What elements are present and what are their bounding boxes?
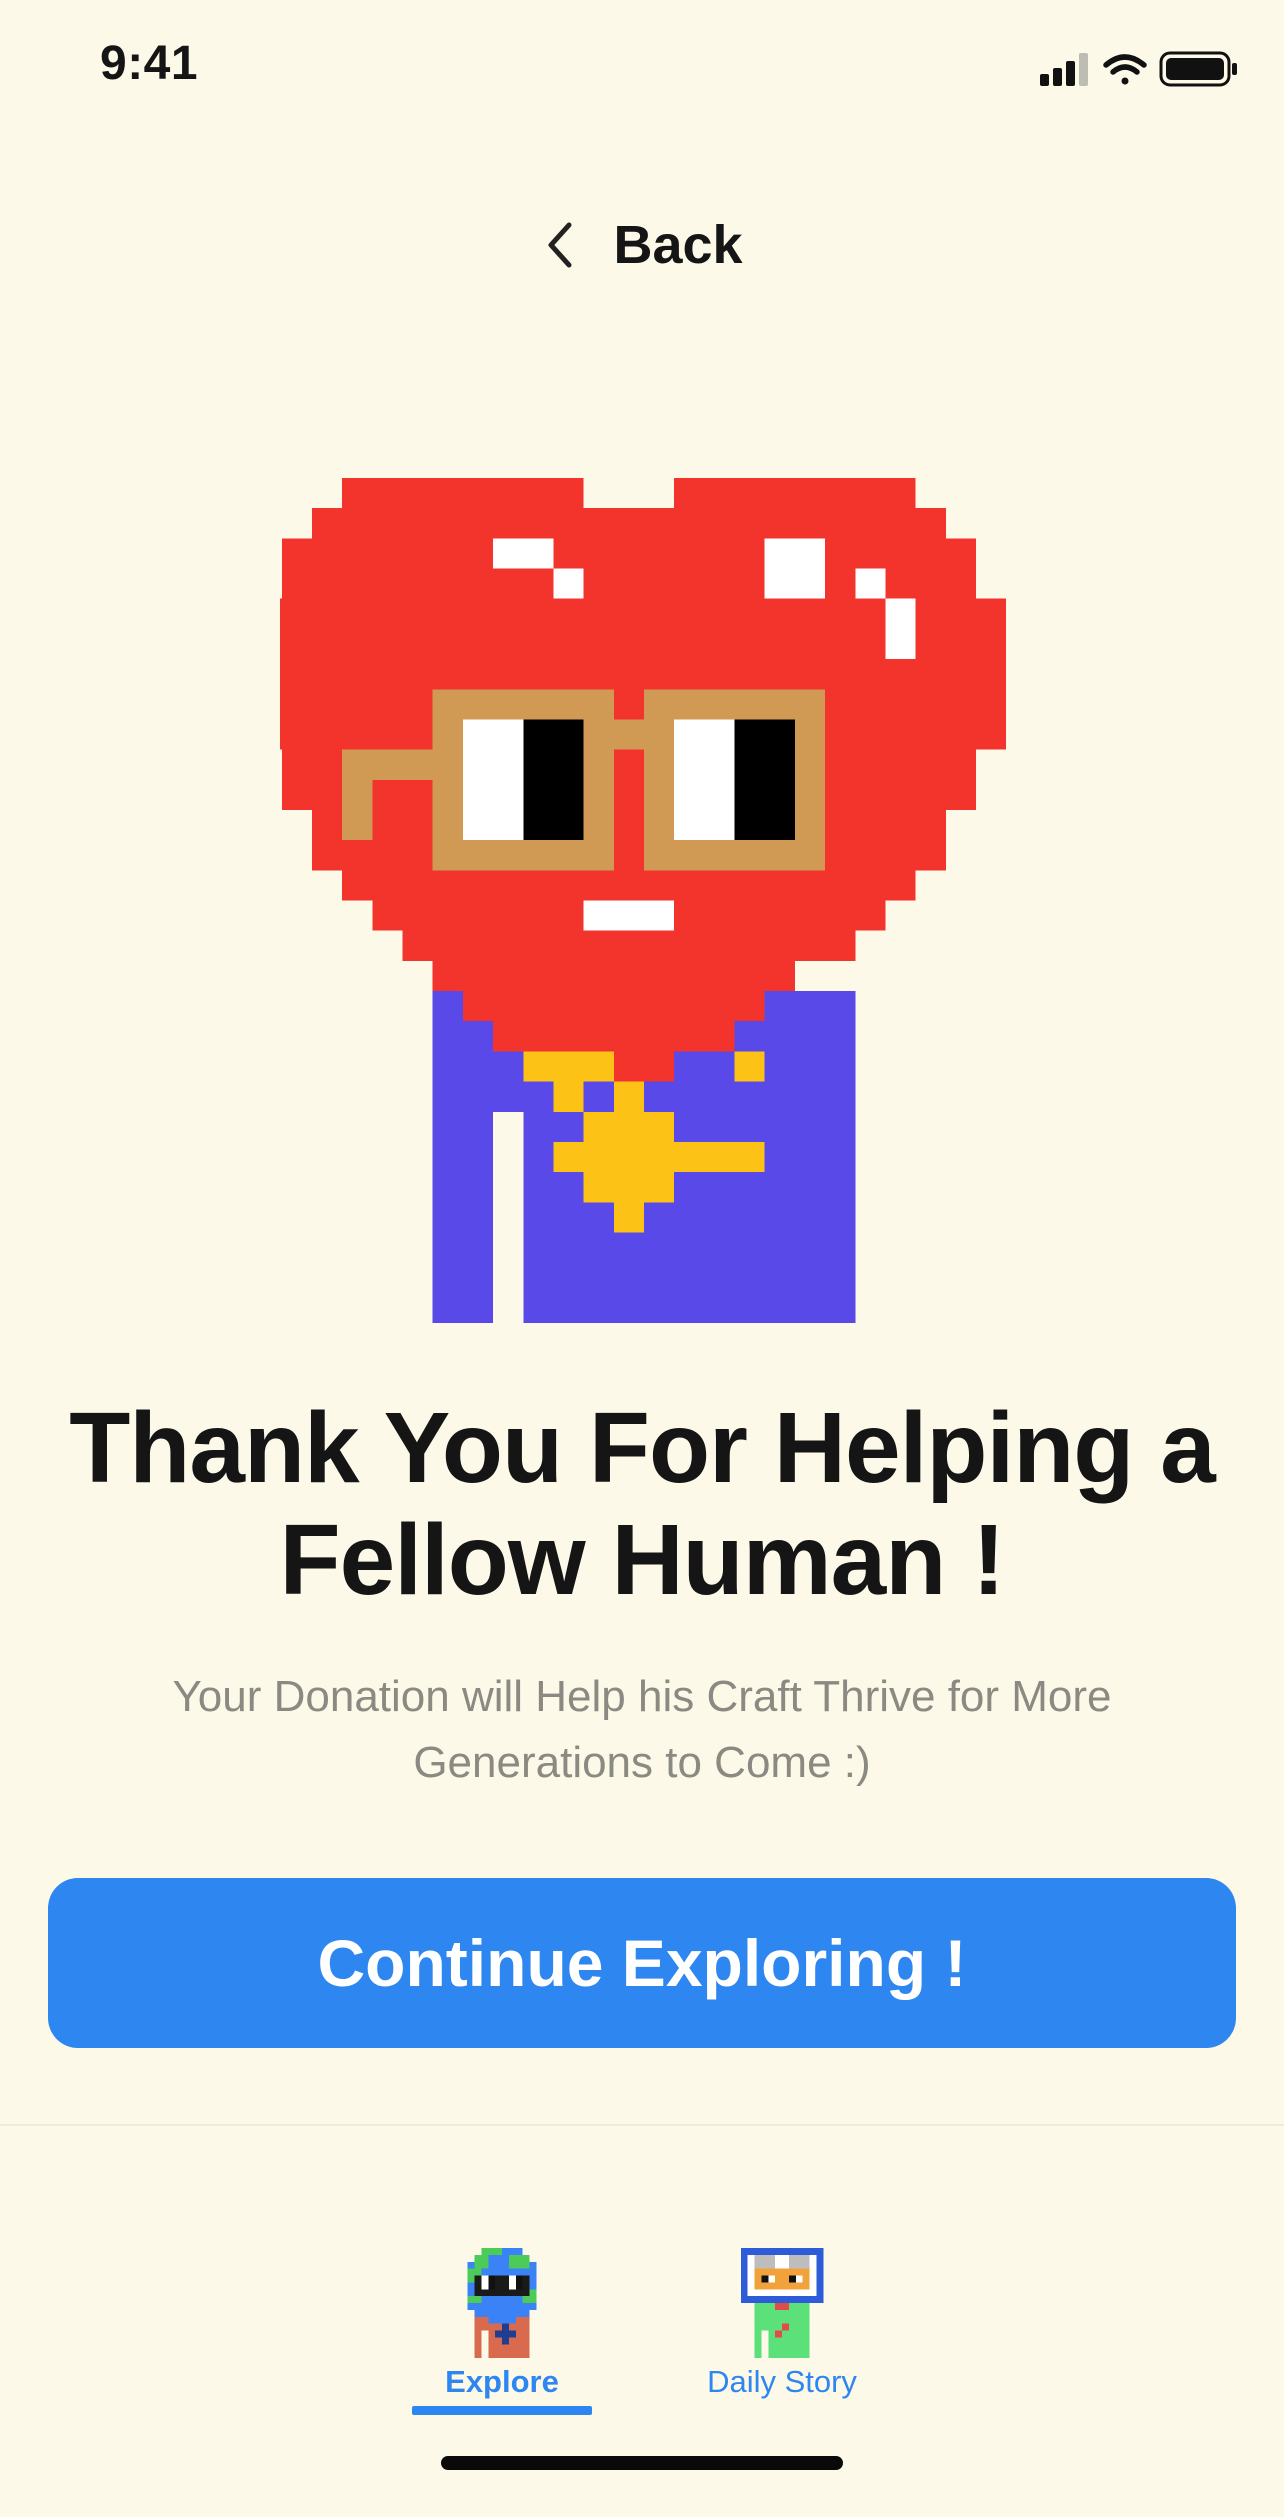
headline-line-1: Thank You For Helping a <box>69 1392 1216 1504</box>
home-indicator <box>441 2456 843 2470</box>
donation-message: Your Donation will Help his Craft Thrive… <box>80 1664 1204 1796</box>
earth-character-icon <box>467 2248 537 2358</box>
heart-mascot-illustration <box>280 478 1007 1323</box>
thank-you-headline: Thank You For Helping a Fellow Human ! <box>40 1392 1244 1616</box>
mascot-shirt-gap <box>493 1111 524 1323</box>
active-tab-indicator <box>412 2406 592 2415</box>
tab-daily-story-label: Daily Story <box>707 2364 857 2399</box>
battery-icon <box>1159 51 1237 87</box>
status-icons <box>1040 51 1237 87</box>
status-time: 9:41 <box>100 37 199 90</box>
status-bar: 9:41 <box>0 0 1284 140</box>
headline-line-2: Fellow Human ! <box>279 1504 1006 1616</box>
cellular-signal-icon <box>1040 53 1088 86</box>
subtext-line-1: Your Donation will Help his Craft Thrive… <box>172 1672 1112 1721</box>
tab-explore-label: Explore <box>445 2364 559 2399</box>
tab-daily-story[interactable]: Daily Story <box>682 2248 882 2400</box>
mascot-mouth <box>583 900 675 931</box>
wifi-icon <box>1103 54 1147 85</box>
back-button[interactable]: Back <box>0 205 1284 285</box>
tab-explore[interactable]: Explore <box>402 2248 602 2400</box>
subtext-line-2: Generations to Come :) <box>413 1738 871 1787</box>
chevron-left-icon <box>548 222 572 268</box>
book-reader-character-icon <box>740 2248 824 2358</box>
back-label: Back <box>613 215 743 275</box>
continue-exploring-button[interactable]: Continue Exploring ! <box>48 1878 1236 2048</box>
tab-bar-divider <box>0 2124 1284 2126</box>
